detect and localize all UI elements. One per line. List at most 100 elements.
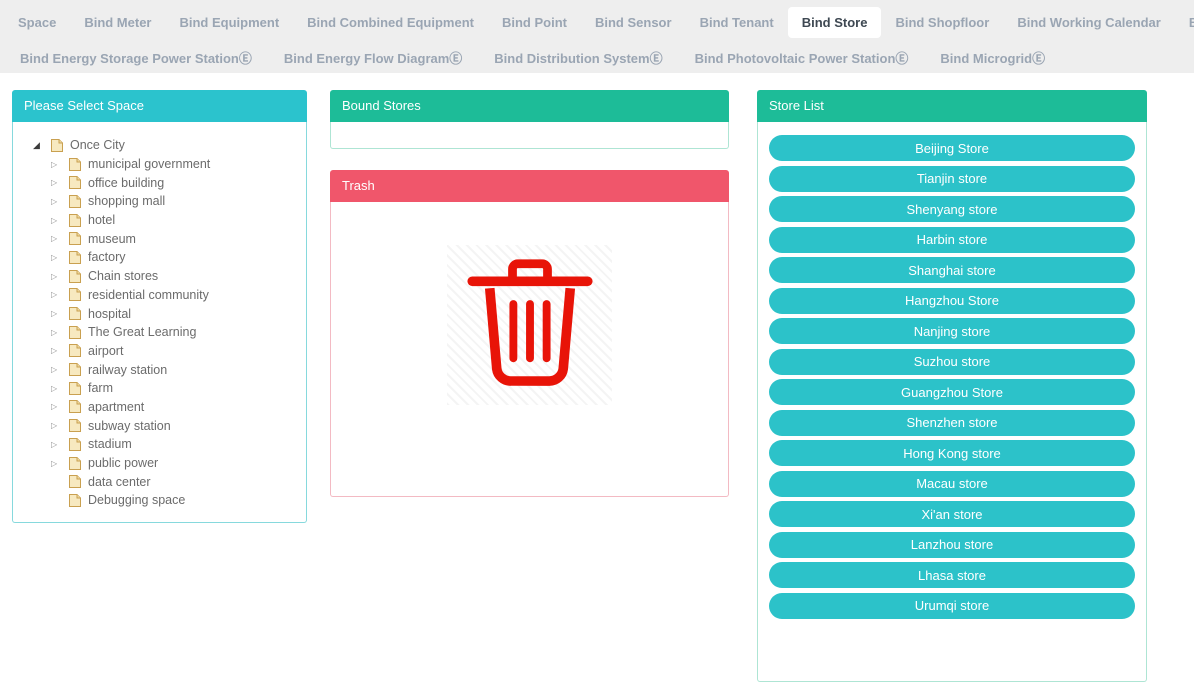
tree-item-label: apartment <box>88 400 144 414</box>
store-button-beijing-store[interactable]: Beijing Store <box>769 135 1135 161</box>
tree-item-residential-community[interactable]: ▷ residential community <box>51 286 306 305</box>
store-button-macau-store[interactable]: Macau store <box>769 471 1135 497</box>
nav-tab-bind-photovoltaic-power-station[interactable]: Bind Photovoltaic Power StationⒺ <box>679 47 925 71</box>
nav-tab-bind-equipment[interactable]: Bind Equipment <box>165 7 293 38</box>
nav-tab-bind-distribution-system[interactable]: Bind Distribution SystemⒺ <box>478 47 678 71</box>
tree-item-museum[interactable]: ▷ museum <box>51 229 306 248</box>
expand-arrow-icon[interactable]: ▷ <box>51 216 64 225</box>
store-button-tianjin-store[interactable]: Tianjin store <box>769 166 1135 192</box>
tree-item-municipal-government[interactable]: ▷ municipal government <box>51 155 306 174</box>
tree-item-subway-station[interactable]: ▷ subway station <box>51 416 306 435</box>
expand-arrow-icon[interactable]: ▷ <box>51 160 64 169</box>
nav-tab-bind-working-calendar[interactable]: Bind Working Calendar <box>1003 7 1175 38</box>
tree-item-factory[interactable]: ▷ factory <box>51 248 306 267</box>
tree-item-shopping-mall[interactable]: ▷ shopping mall <box>51 192 306 211</box>
tree-item-label: railway station <box>88 363 167 377</box>
tree-item-once-city[interactable]: ◢ Once City <box>33 136 306 155</box>
bound-stores-header: Bound Stores <box>330 90 729 122</box>
tree-item-hotel[interactable]: ▷ hotel <box>51 211 306 230</box>
tree-item-the-great-learning[interactable]: ▷ The Great Learning <box>51 323 306 342</box>
expand-arrow-icon[interactable]: ▷ <box>51 459 64 468</box>
nav-tab-bind-command[interactable]: Bind Command Ⓔ <box>1175 7 1194 38</box>
folder-icon <box>68 250 82 265</box>
tree-item-label: farm <box>88 381 113 395</box>
expand-arrow-icon[interactable]: ▷ <box>51 272 64 281</box>
expand-arrow-icon[interactable]: ▷ <box>51 253 64 262</box>
expand-arrow-icon[interactable]: ▷ <box>51 384 64 393</box>
store-list-header: Store List <box>757 90 1147 122</box>
store-button-hong-kong-store[interactable]: Hong Kong store <box>769 440 1135 466</box>
folder-icon <box>68 437 82 452</box>
tree-item-label: The Great Learning <box>88 325 196 339</box>
trash-header: Trash <box>330 170 729 202</box>
tree-item-label: Debugging space <box>88 493 185 507</box>
tree-item-chain-stores[interactable]: ▷ Chain stores <box>51 267 306 286</box>
nav-tab-space[interactable]: Space <box>4 7 70 38</box>
store-button-shenyang-store[interactable]: Shenyang store <box>769 196 1135 222</box>
folder-icon <box>68 194 82 209</box>
store-button-shanghai-store[interactable]: Shanghai store <box>769 257 1135 283</box>
nav-tab-bind-tenant[interactable]: Bind Tenant <box>686 7 788 38</box>
expand-arrow-icon[interactable]: ▷ <box>51 421 64 430</box>
nav-tab-bind-sensor[interactable]: Bind Sensor <box>581 7 686 38</box>
folder-icon <box>68 287 82 302</box>
store-button-nanjing-store[interactable]: Nanjing store <box>769 318 1135 344</box>
expand-arrow-icon[interactable]: ▷ <box>51 290 64 299</box>
select-space-header: Please Select Space <box>12 90 307 122</box>
bound-stores-dropzone[interactable] <box>330 122 729 149</box>
store-list-panel: Store List Beijing Store Tianjin store S… <box>757 90 1147 682</box>
folder-icon <box>68 213 82 228</box>
folder-icon <box>68 175 82 190</box>
tree-item-label: stadium <box>88 437 132 451</box>
store-list: Beijing Store Tianjin store Shenyang sto… <box>757 122 1147 682</box>
tree-item-apartment[interactable]: ▷ apartment <box>51 398 306 417</box>
trash-icon <box>447 245 612 405</box>
space-tree: ◢ Once City ▷ <box>12 122 307 523</box>
store-button-xi-an-store[interactable]: Xi'an store <box>769 501 1135 527</box>
expand-arrow-icon[interactable]: ▷ <box>51 178 64 187</box>
folder-icon <box>68 325 82 340</box>
store-button-hangzhou-store[interactable]: Hangzhou Store <box>769 288 1135 314</box>
expand-arrow-icon[interactable]: ▷ <box>51 197 64 206</box>
expand-arrow-icon[interactable]: ▷ <box>51 402 64 411</box>
nav-tab-bind-point[interactable]: Bind Point <box>488 7 581 38</box>
store-button-guangzhou-store[interactable]: Guangzhou Store <box>769 379 1135 405</box>
nav-tab-bind-microgrid[interactable]: Bind MicrogridⒺ <box>924 47 1061 71</box>
folder-icon <box>68 474 82 489</box>
tree-item-label: factory <box>88 250 126 264</box>
nav-tab-bind-shopfloor[interactable]: Bind Shopfloor <box>881 7 1003 38</box>
folder-icon <box>68 231 82 246</box>
store-button-lanzhou-store[interactable]: Lanzhou store <box>769 532 1135 558</box>
expand-arrow-icon[interactable]: ▷ <box>51 309 64 318</box>
expand-arrow-icon[interactable]: ▷ <box>51 328 64 337</box>
store-button-harbin-store[interactable]: Harbin store <box>769 227 1135 253</box>
tree-item-debugging-space[interactable]: ▷ Debugging space <box>51 491 306 510</box>
store-button-shenzhen-store[interactable]: Shenzhen store <box>769 410 1135 436</box>
nav-tab-bind-energy-storage-power-station[interactable]: Bind Energy Storage Power StationⒺ <box>4 47 268 71</box>
expand-arrow-icon[interactable]: ▷ <box>51 440 64 449</box>
nav-row-primary: Space Bind Meter Bind Equipment Bind Com… <box>0 0 1194 45</box>
store-button-suzhou-store[interactable]: Suzhou store <box>769 349 1135 375</box>
nav-tab-bind-store[interactable]: Bind Store <box>788 7 882 38</box>
tree-item-data-center[interactable]: ▷ data center <box>51 472 306 491</box>
tree-item-hospital[interactable]: ▷ hospital <box>51 304 306 323</box>
store-button-urumqi-store[interactable]: Urumqi store <box>769 593 1135 619</box>
trash-dropzone[interactable] <box>330 202 729 497</box>
tree-item-public-power[interactable]: ▷ public power <box>51 454 306 473</box>
expand-arrow-icon[interactable]: ▷ <box>51 346 64 355</box>
tree-item-stadium[interactable]: ▷ stadium <box>51 435 306 454</box>
tree-item-farm[interactable]: ▷ farm <box>51 379 306 398</box>
expand-arrow-icon[interactable]: ▷ <box>51 365 64 374</box>
tree-item-office-building[interactable]: ▷ office building <box>51 173 306 192</box>
nav-tab-bind-energy-flow-diagram[interactable]: Bind Energy Flow DiagramⒺ <box>268 47 478 71</box>
expand-arrow-icon[interactable]: ▷ <box>51 234 64 243</box>
folder-icon <box>68 493 82 508</box>
trash-panel: Trash <box>330 170 729 497</box>
nav-tab-bind-meter[interactable]: Bind Meter <box>70 7 165 38</box>
store-button-lhasa-store[interactable]: Lhasa store <box>769 562 1135 588</box>
nav-tab-bind-combined-equipment[interactable]: Bind Combined Equipment <box>293 7 488 38</box>
collapse-arrow-icon[interactable]: ◢ <box>33 140 46 151</box>
tree-item-railway-station[interactable]: ▷ railway station <box>51 360 306 379</box>
tree-item-label: hotel <box>88 213 115 227</box>
tree-item-airport[interactable]: ▷ airport <box>51 342 306 361</box>
